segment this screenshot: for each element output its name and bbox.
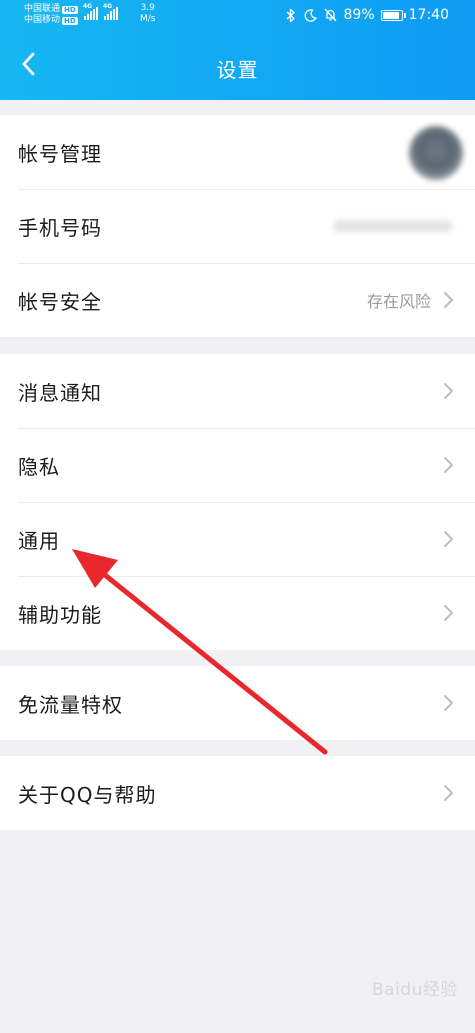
privacy-row[interactable]: 隐私 xyxy=(0,428,475,502)
moon-icon xyxy=(304,7,318,23)
carrier-1-label: 中国联通 xyxy=(24,4,61,14)
network-speed: 3.9 M/s xyxy=(140,3,156,25)
accessibility-row[interactable]: 辅助功能 xyxy=(0,576,475,650)
general-row[interactable]: 通用 xyxy=(0,502,475,576)
hd-badge-2: HD xyxy=(62,16,78,25)
status-right-group: 89% 17:40 xyxy=(284,7,449,23)
network-type-1: 4G xyxy=(83,3,93,10)
chevron-right-icon xyxy=(441,784,455,802)
free-data-row[interactable]: 免流量特权 xyxy=(0,666,475,740)
signal-indicators: 4G 4G xyxy=(83,3,118,20)
chevron-right-icon xyxy=(441,694,455,712)
battery-icon xyxy=(380,9,406,21)
network-type-2: 4G xyxy=(103,3,113,10)
bluetooth-icon xyxy=(284,7,298,23)
app-header: 中国联通 HD 中国移动 HD 4G 4G 3.9 M/s 89% 17:40 … xyxy=(0,0,475,100)
account-security-label: 帐号安全 xyxy=(18,289,102,314)
chevron-right-icon xyxy=(441,291,455,309)
battery-percent: 89% xyxy=(343,7,375,23)
chevron-right-icon xyxy=(441,382,455,400)
data-settings-group: 免流量特权 xyxy=(0,666,475,740)
phone-number-value-blurred xyxy=(333,220,453,232)
privacy-label: 隐私 xyxy=(18,454,60,479)
hd-badge-1: HD xyxy=(62,5,78,14)
signal-icon-2: 4G xyxy=(103,3,118,20)
status-bar: 中国联通 HD 中国移动 HD 4G 4G 3.9 M/s 89% 17:40 xyxy=(0,0,475,32)
account-settings-group: 帐号管理 手机号码 帐号安全 存在风险 xyxy=(0,115,475,337)
account-security-status: 存在风险 xyxy=(366,292,431,311)
about-help-row[interactable]: 关于QQ与帮助 xyxy=(0,756,475,830)
notifications-row[interactable]: 消息通知 xyxy=(0,354,475,428)
chevron-right-icon xyxy=(441,530,455,548)
accessibility-label: 辅助功能 xyxy=(18,602,102,627)
network-speed-value: 3.9 xyxy=(140,3,155,13)
about-help-label: 关于QQ与帮助 xyxy=(18,782,157,807)
carrier-2-label: 中国移动 xyxy=(24,15,61,25)
chevron-right-icon xyxy=(441,456,455,474)
nav-bar: 设置 xyxy=(0,32,475,100)
carrier-info: 中国联通 HD 中国移动 HD xyxy=(24,4,78,26)
page-title: 设置 xyxy=(216,58,259,82)
avatar xyxy=(409,126,463,180)
chevron-right-icon xyxy=(441,604,455,622)
mute-bell-icon xyxy=(324,7,338,23)
general-settings-group: 消息通知 隐私 通用 辅助功能 xyxy=(0,354,475,650)
watermark: Baidu经验 xyxy=(372,980,458,1000)
battery-fill xyxy=(382,11,399,19)
phone-number-label: 手机号码 xyxy=(18,215,102,240)
phone-number-row[interactable]: 手机号码 xyxy=(0,189,475,263)
notifications-label: 消息通知 xyxy=(18,380,102,405)
account-management-row[interactable]: 帐号管理 xyxy=(0,115,475,189)
clock-time: 17:40 xyxy=(408,7,449,23)
network-speed-unit: M/s xyxy=(140,14,156,24)
account-security-row[interactable]: 帐号安全 存在风险 xyxy=(0,263,475,337)
account-management-label: 帐号管理 xyxy=(18,141,102,166)
about-settings-group: 关于QQ与帮助 xyxy=(0,756,475,830)
general-label: 通用 xyxy=(18,528,60,553)
free-data-label: 免流量特权 xyxy=(18,692,123,717)
signal-icon-1: 4G xyxy=(83,3,98,20)
